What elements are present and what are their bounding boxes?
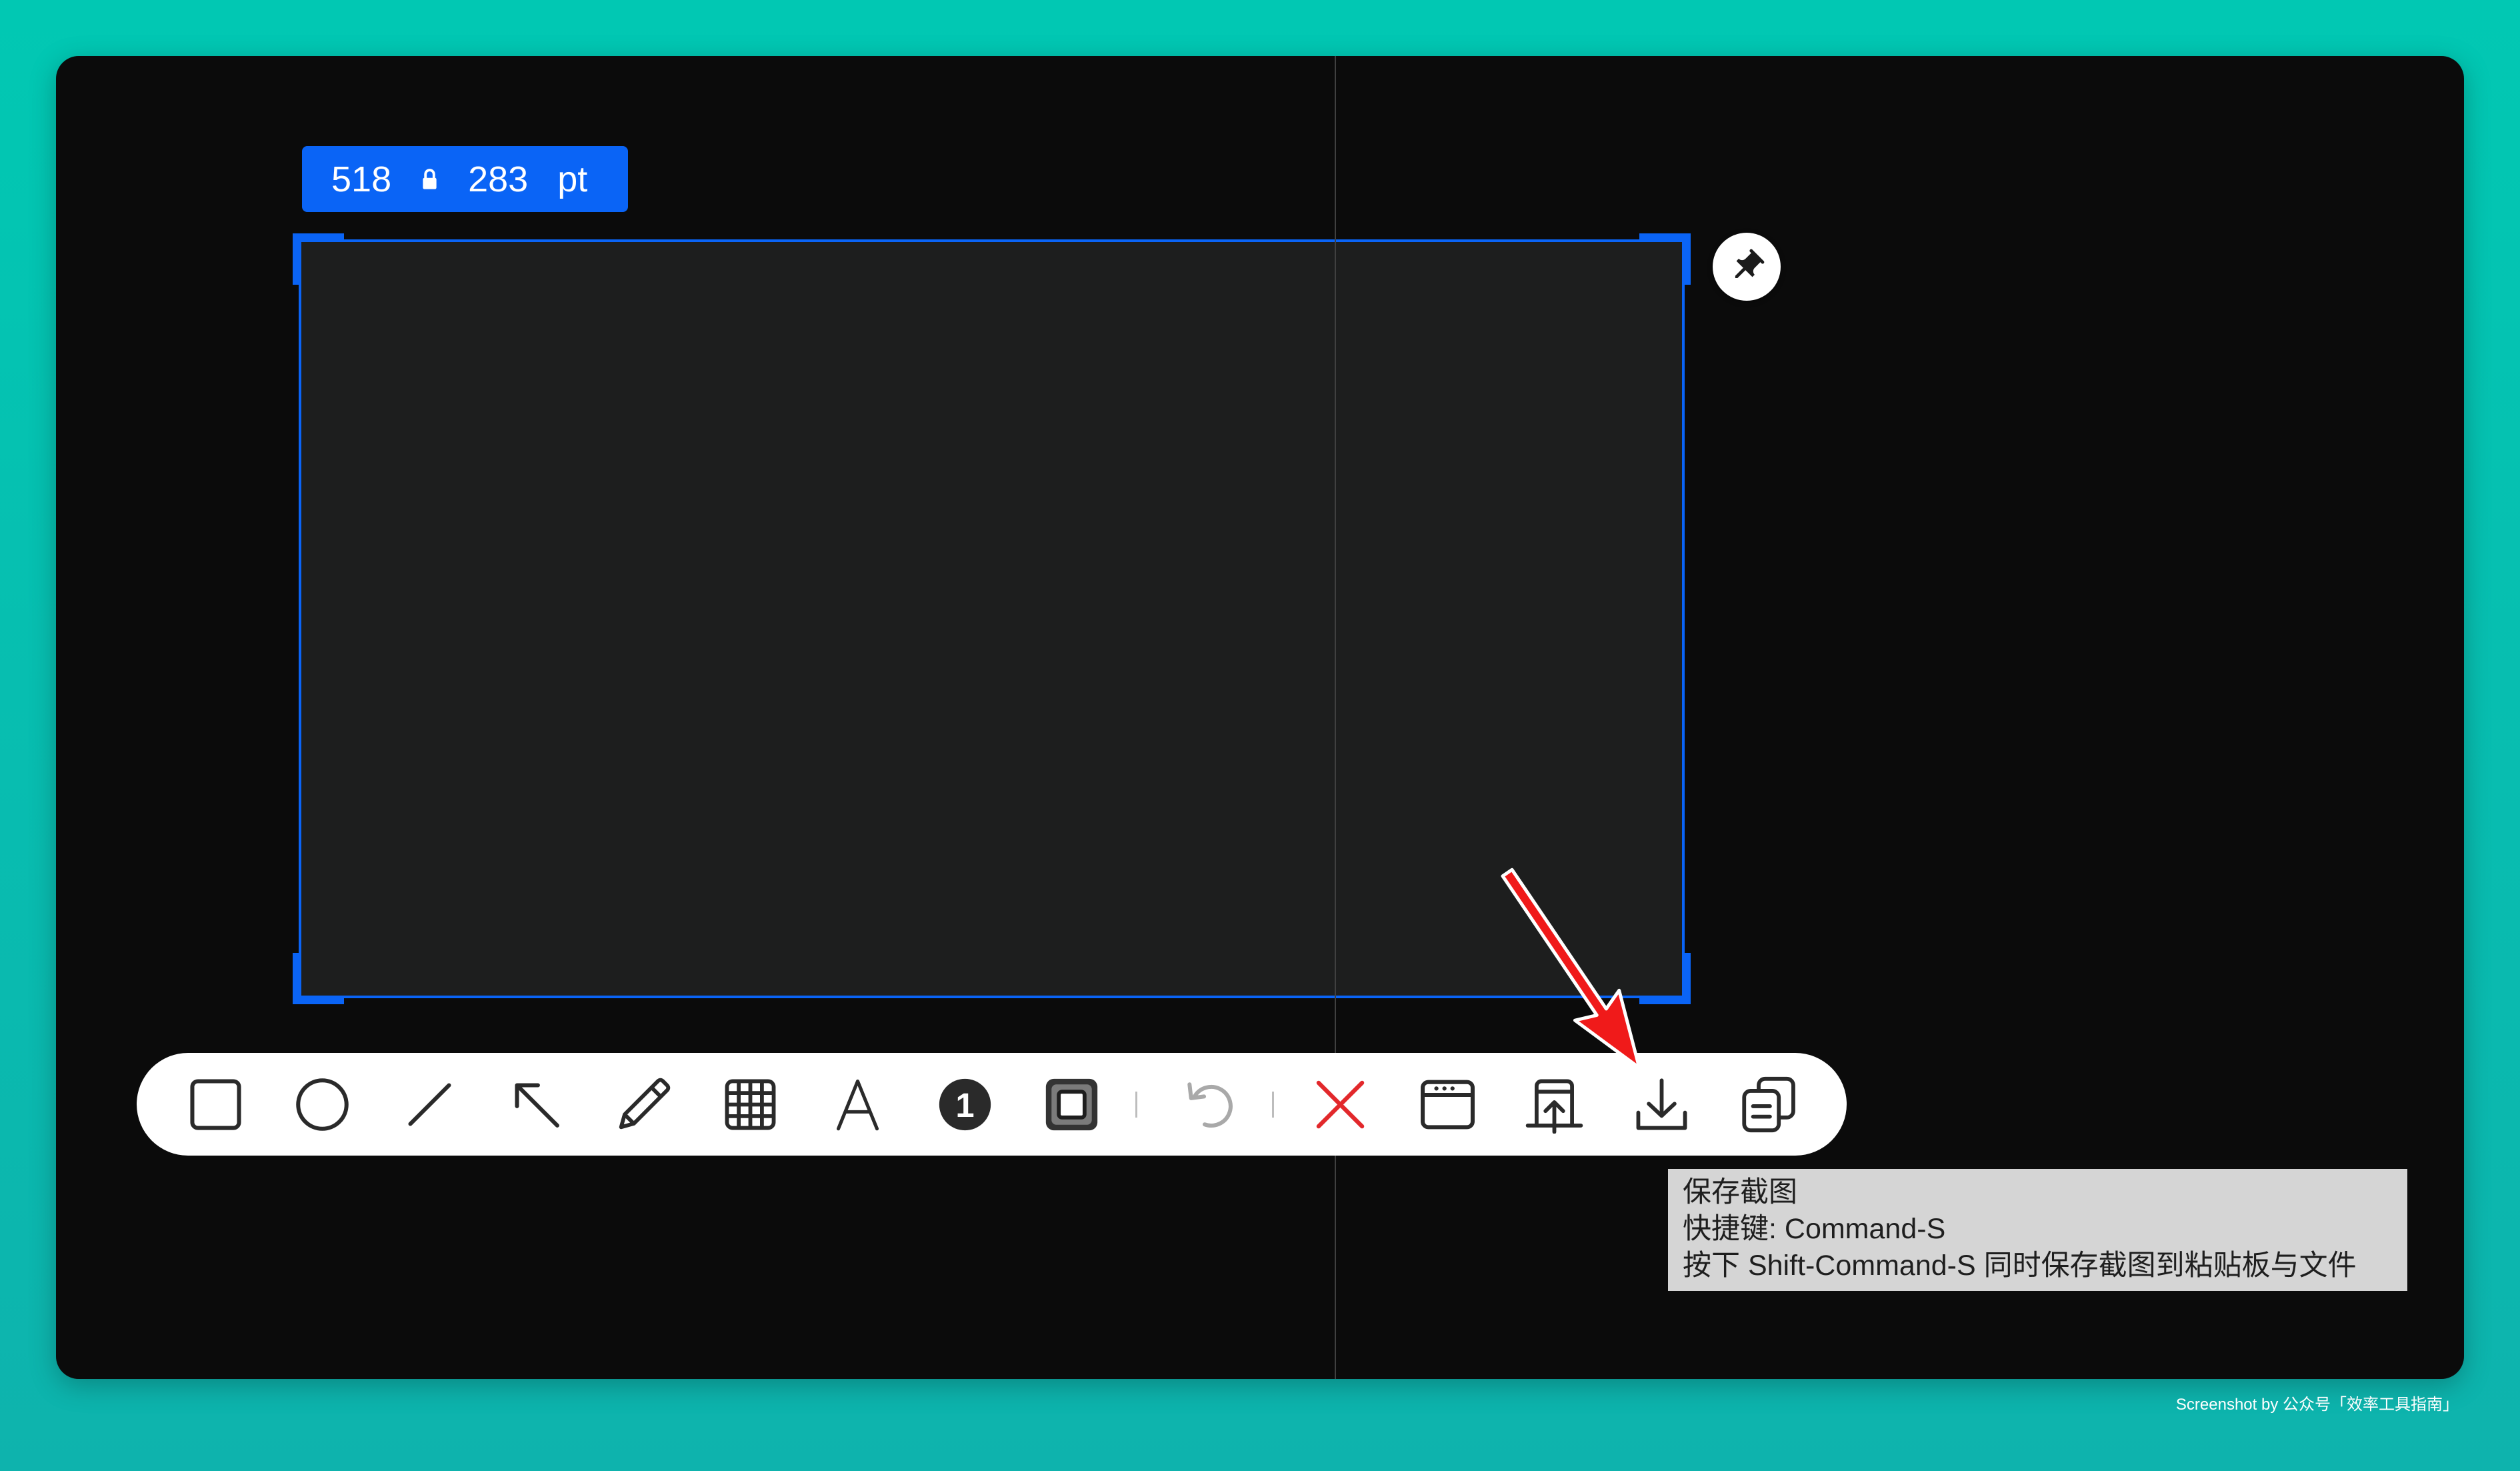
- highlight-icon: [1045, 1078, 1098, 1131]
- mosaic-tool-button[interactable]: [721, 1076, 779, 1134]
- pencil-icon: [619, 1078, 671, 1130]
- rectangle-tool-button[interactable]: [187, 1076, 245, 1134]
- counter-tool-button[interactable]: 1: [936, 1076, 994, 1134]
- counter-icon: 1: [939, 1078, 991, 1131]
- cancel-button[interactable]: [1311, 1076, 1369, 1134]
- selection-area[interactable]: [293, 233, 1691, 1004]
- handle-top-right-vertical[interactable]: [1683, 233, 1691, 285]
- cancel-icon: [1316, 1080, 1365, 1129]
- annotation-toolbar: 1: [137, 1053, 1847, 1156]
- vertical-guide-line: [1335, 56, 1336, 1379]
- toolbar-separator: [1135, 1092, 1137, 1118]
- tooltip-title: 保存截图: [1683, 1176, 1797, 1208]
- text-icon: [836, 1079, 879, 1131]
- handle-bottom-left-vertical[interactable]: [293, 953, 301, 1004]
- handle-bottom-right-vertical[interactable]: [1683, 953, 1691, 1004]
- download-icon: [1636, 1078, 1687, 1130]
- upload-icon: [1525, 1079, 1583, 1134]
- size-unit: pt: [557, 159, 588, 199]
- tooltip-hint: 按下 Shift-Command-S 同时保存截图到粘贴板与文件: [1683, 1250, 2357, 1282]
- lock-aspect-button[interactable]: [421, 167, 439, 192]
- desktop-background: 518 283 pt 1 保存截图 快捷键: Command-S 按下 Shif…: [0, 0, 2520, 1471]
- save-button[interactable]: [1633, 1076, 1691, 1134]
- pin-icon: [1735, 249, 1765, 279]
- lock-icon: [423, 168, 437, 189]
- copy-icon: [1742, 1076, 1795, 1133]
- undo-icon: [1187, 1082, 1233, 1128]
- selection-height[interactable]: 283: [468, 161, 528, 197]
- watermark: Screenshot by 公众号「效率工具指南」: [2175, 1396, 2459, 1414]
- handle-top-left-vertical[interactable]: [293, 233, 301, 285]
- line-icon: [408, 1083, 451, 1126]
- arrow-tool-button[interactable]: [507, 1076, 565, 1134]
- text-tool-button[interactable]: [829, 1076, 887, 1134]
- line-tool-button[interactable]: [401, 1076, 459, 1134]
- window-capture-button[interactable]: [1419, 1076, 1477, 1134]
- pencil-tool-button[interactable]: [615, 1076, 673, 1134]
- copy-button[interactable]: [1739, 1076, 1797, 1134]
- counter-number: 1: [955, 1086, 974, 1124]
- window-icon: [1421, 1080, 1475, 1130]
- arrow-icon: [515, 1083, 559, 1128]
- size-label[interactable]: 518 283 pt: [302, 146, 628, 212]
- toolbar-separator: [1272, 1092, 1274, 1118]
- mosaic-icon: [725, 1079, 776, 1130]
- selection-width[interactable]: 518: [331, 161, 391, 197]
- tooltip-shortcut: 快捷键: Command-S: [1683, 1213, 1946, 1245]
- pin-button[interactable]: [1713, 233, 1781, 301]
- highlight-tool-button[interactable]: [1043, 1076, 1101, 1134]
- undo-button[interactable]: [1181, 1076, 1239, 1134]
- rectangle-icon: [190, 1079, 241, 1130]
- ellipse-icon: [296, 1078, 349, 1131]
- save-tooltip: 保存截图 快捷键: Command-S 按下 Shift-Command-S 同…: [1668, 1169, 2407, 1291]
- ellipse-tool-button[interactable]: [293, 1076, 351, 1134]
- upload-button[interactable]: [1525, 1076, 1583, 1134]
